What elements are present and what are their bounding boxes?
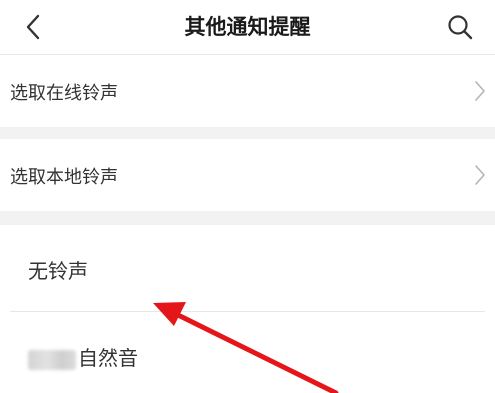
nature-sound-label: 自然音 [78,346,138,370]
online-ringtone-label: 选取在线铃声 [10,83,118,104]
search-icon [448,15,473,40]
no-ringtone-option[interactable]: 无铃声 [0,225,495,311]
blurred-brand-text [28,349,76,370]
select-local-ringtone-row[interactable]: 选取本地铃声 [0,139,495,211]
no-ringtone-label: 无铃声 [28,259,88,283]
nature-sound-label-wrap: 自然音 [28,342,138,371]
select-online-ringtone-row[interactable]: 选取在线铃声 [0,55,495,127]
search-button[interactable] [441,8,479,46]
local-ringtone-label: 选取本地铃声 [10,167,118,188]
nature-sound-option[interactable]: 自然音 [0,312,495,393]
top-app-bar: 其他通知提醒 [0,0,495,55]
chevron-right-icon [475,81,485,101]
chevron-right-icon [475,165,485,185]
section-separator [0,127,495,139]
section-separator [0,211,495,225]
page-title: 其他通知提醒 [184,15,311,39]
